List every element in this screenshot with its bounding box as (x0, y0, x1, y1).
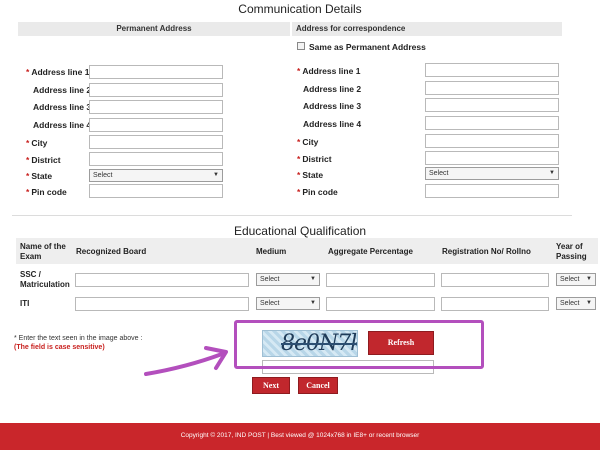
correspondence-address-header: Address for correspondence (292, 22, 562, 36)
iti-medium-select[interactable]: Select ▼ (256, 297, 320, 310)
perm-address1-label: * Address line 1 (26, 67, 90, 77)
row-exam-name: ITI (20, 299, 30, 308)
required-marker: * (297, 187, 301, 197)
chevron-down-icon: ▼ (549, 170, 555, 176)
chevron-down-icon: ▼ (586, 300, 592, 306)
same-as-permanent-label: Same as Permanent Address (309, 42, 426, 52)
ssc-percentage-input[interactable] (326, 273, 435, 287)
perm-address2-label: Address line 2 (33, 85, 92, 95)
col-regno: Registration No/ Rollno (442, 247, 531, 256)
corr-address1-input[interactable] (425, 63, 559, 77)
corr-district-label: * District (297, 154, 332, 164)
next-button[interactable]: Next (252, 377, 290, 394)
perm-state-label: * State (26, 171, 53, 181)
corr-city-input[interactable] (425, 134, 559, 148)
footer: Copyright © 2017, IND POST | Best viewed… (0, 423, 600, 450)
required-marker: * (26, 138, 30, 148)
chevron-down-icon: ▼ (310, 300, 316, 306)
cancel-button[interactable]: Cancel (298, 377, 338, 394)
required-marker: * (26, 67, 30, 77)
col-name-of-exam: Name of the Exam (20, 242, 66, 261)
required-marker: * (297, 170, 301, 180)
col-medium: Medium (256, 247, 287, 256)
required-marker: * (297, 154, 301, 164)
iti-board-input[interactable] (75, 297, 249, 311)
corr-pincode-input[interactable] (425, 184, 559, 198)
perm-district-label: * District (26, 155, 61, 165)
same-as-permanent-checkbox[interactable] (297, 42, 305, 50)
corr-address2-input[interactable] (425, 81, 559, 95)
chevron-down-icon: ▼ (213, 172, 219, 178)
col-percentage: Aggregate Percentage (328, 247, 413, 256)
perm-pincode-input[interactable] (89, 184, 223, 198)
required-marker: * (26, 187, 30, 197)
footer-text: Copyright © 2017, IND POST | Best viewed… (180, 432, 420, 439)
perm-address4-label: Address line 4 (33, 120, 92, 130)
row-exam-name: SSC / Matriculation (20, 270, 70, 289)
col-year: Year of Passing (556, 242, 587, 261)
ssc-medium-select[interactable]: Select ▼ (256, 273, 320, 286)
perm-city-label: * City (26, 138, 48, 148)
perm-district-input[interactable] (89, 152, 223, 166)
chevron-down-icon: ▼ (310, 276, 316, 282)
captcha-note: (The field is case sensitive) (14, 344, 105, 351)
corr-state-select[interactable]: Select ▼ (425, 167, 559, 180)
iti-year-select[interactable]: Select ▼ (556, 297, 596, 310)
arrow-icon (144, 346, 228, 376)
corr-city-label: * City (297, 137, 319, 147)
perm-pincode-label: * Pin code (26, 187, 67, 197)
section-divider (12, 215, 572, 216)
required-marker: * (26, 155, 30, 165)
chevron-down-icon: ▼ (586, 276, 592, 282)
annotation-highlight-box (234, 320, 484, 369)
perm-address3-label: Address line 3 (33, 102, 92, 112)
required-marker: * (297, 137, 301, 147)
corr-address4-label: Address line 4 (303, 119, 362, 129)
required-marker: * (297, 66, 301, 76)
col-board: Recognized Board (76, 247, 147, 256)
corr-pincode-label: * Pin code (297, 187, 338, 197)
perm-city-input[interactable] (89, 135, 223, 149)
corr-district-input[interactable] (425, 151, 559, 165)
iti-regno-input[interactable] (441, 297, 549, 311)
perm-address4-input[interactable] (89, 118, 223, 132)
ssc-regno-input[interactable] (441, 273, 549, 287)
perm-address2-input[interactable] (89, 83, 223, 97)
captcha-instruction: * Enter the text seen in the image above… (14, 335, 143, 342)
corr-state-label: * State (297, 170, 324, 180)
corr-address2-label: Address line 2 (303, 84, 362, 94)
perm-address3-input[interactable] (89, 100, 223, 114)
perm-address1-input[interactable] (89, 65, 223, 79)
permanent-address-header: Permanent Address (18, 22, 290, 36)
required-marker: * (26, 171, 30, 181)
corr-address1-label: * Address line 1 (297, 66, 361, 76)
perm-state-select[interactable]: Select ▼ (89, 169, 223, 182)
education-title: Educational Qualification (233, 224, 367, 238)
corr-address3-label: Address line 3 (303, 101, 362, 111)
ssc-board-input[interactable] (75, 273, 249, 287)
communication-title: Communication Details (238, 2, 362, 16)
iti-percentage-input[interactable] (326, 297, 435, 311)
corr-address4-input[interactable] (425, 116, 559, 130)
ssc-year-select[interactable]: Select ▼ (556, 273, 596, 286)
corr-address3-input[interactable] (425, 98, 559, 112)
